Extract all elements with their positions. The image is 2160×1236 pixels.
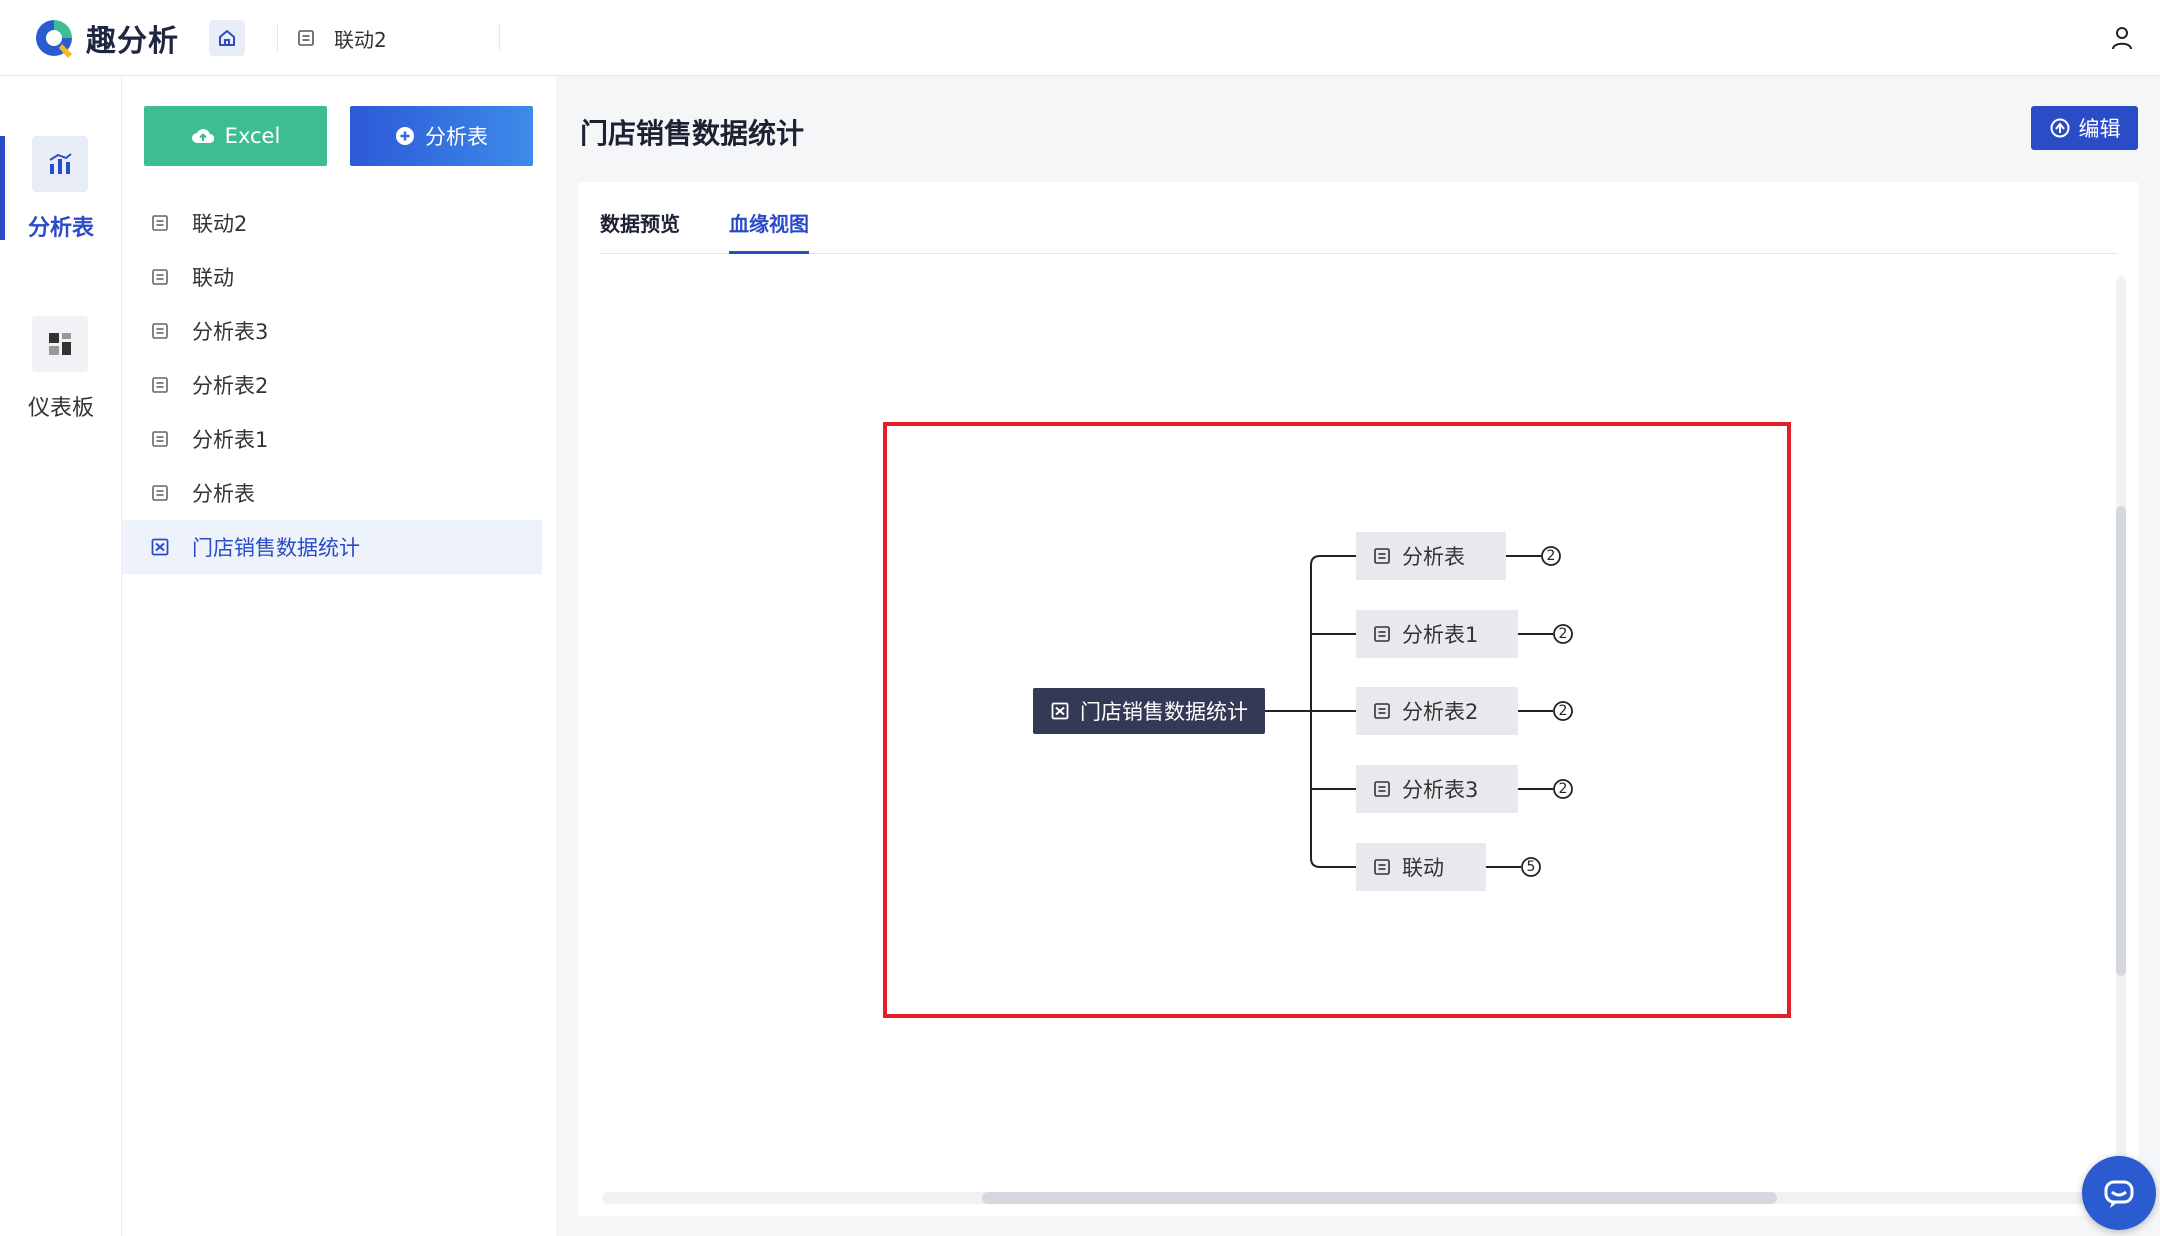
chat-support-button[interactable] (2082, 1156, 2156, 1230)
list-item-label: 门店销售数据统计 (192, 536, 360, 560)
list-item-label: 分析表3 (192, 320, 269, 344)
page-title: 门店销售数据统计 (580, 117, 805, 150)
breadcrumb-label: 联动2 (334, 27, 387, 52)
plus-circle-icon (396, 127, 414, 145)
home-button[interactable] (209, 20, 245, 56)
document-icon (298, 30, 314, 46)
list-item[interactable]: 分析表2 (122, 358, 542, 412)
document-icon (152, 485, 168, 501)
list-item[interactable]: 分析表 (122, 466, 542, 520)
nav-item-analysis[interactable]: 分析表 (0, 136, 122, 256)
tab-lineage-view[interactable]: 血缘视图 (729, 208, 809, 254)
edit-button[interactable]: 编辑 (2031, 106, 2138, 150)
nav-label: 分析表 (27, 216, 94, 241)
analysis-list: 联动2 联动 分析表3 分析表2 分析表1 分析表 门店销售数据统计 (122, 196, 542, 574)
document-icon (152, 377, 168, 393)
logo-icon (36, 20, 72, 58)
app-logo[interactable]: 趣分析 (32, 14, 179, 62)
add-analysis-button[interactable]: 分析表 (350, 106, 533, 166)
top-bar: 趣分析 联动2 (0, 0, 2160, 76)
cloud-upload-icon (191, 129, 214, 144)
divider (499, 24, 500, 52)
document-icon (152, 323, 168, 339)
left-nav: 分析表 仪表板 (0, 76, 122, 1236)
tab-bar: 数据预览 血缘视图 (600, 182, 2118, 254)
nav-label: 仪表板 (27, 396, 94, 421)
document-icon (152, 431, 168, 447)
divider (277, 24, 278, 52)
list-item-label: 联动2 (192, 212, 248, 236)
highlight-box (883, 422, 1791, 1018)
excel-button-label: Excel (224, 124, 281, 148)
list-item-label: 分析表1 (192, 428, 269, 452)
edit-button-label: 编辑 (2078, 117, 2121, 141)
chart-icon (32, 136, 88, 192)
list-item[interactable]: 分析表1 (122, 412, 542, 466)
edit-icon (2050, 118, 2069, 138)
nav-item-dashboard[interactable]: 仪表板 (0, 316, 122, 436)
upload-excel-button[interactable]: Excel (144, 106, 327, 166)
app-name: 趣分析 (86, 24, 179, 59)
vertical-scrollbar[interactable] (2116, 276, 2126, 1176)
document-icon (152, 215, 168, 231)
chat-icon (2104, 1180, 2134, 1208)
breadcrumb-tab[interactable]: 联动2 (296, 22, 387, 54)
list-item-label: 分析表2 (192, 374, 269, 398)
tab-data-preview[interactable]: 数据预览 (600, 208, 680, 251)
dashboard-icon (32, 316, 88, 372)
list-item[interactable]: 分析表3 (122, 304, 542, 358)
list-item-label: 分析表 (192, 482, 255, 506)
list-item[interactable]: 联动 (122, 250, 542, 304)
add-button-label: 分析表 (425, 125, 488, 149)
scroll-thumb[interactable] (982, 1192, 1777, 1204)
scroll-thumb[interactable] (2116, 506, 2126, 976)
list-item[interactable]: 联动2 (122, 196, 542, 250)
horizontal-scrollbar[interactable] (602, 1192, 2102, 1204)
user-icon[interactable] (2108, 24, 2136, 56)
list-item-label: 联动 (192, 266, 234, 290)
document-icon (152, 269, 168, 285)
list-item-selected[interactable]: 门店销售数据统计 (122, 520, 542, 574)
home-icon (219, 30, 235, 46)
excel-file-icon (151, 538, 169, 556)
side-panel: Excel 分析表 联动2 联动 分析表3 分析表2 分析表1 分析表 门店销售… (122, 76, 556, 1236)
